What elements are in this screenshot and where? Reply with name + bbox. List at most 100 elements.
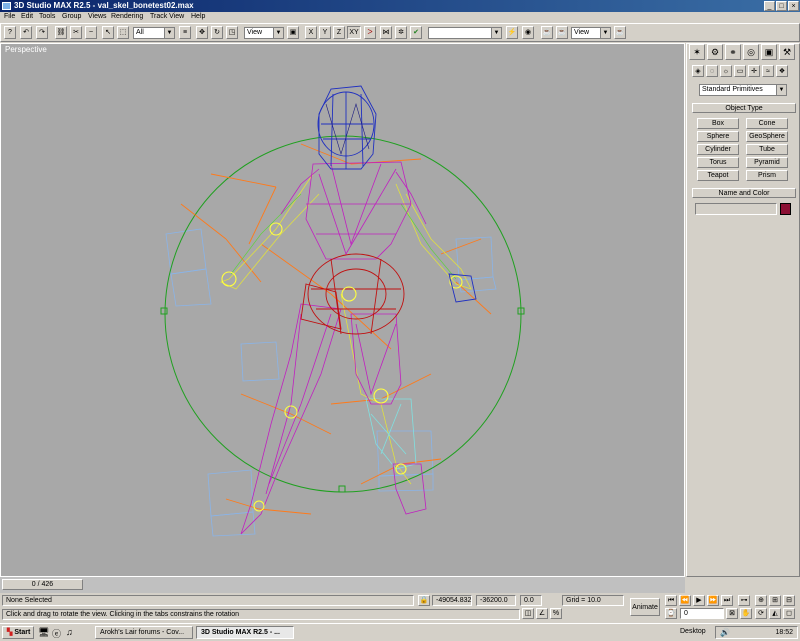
select-by-name-icon[interactable]: ≡ <box>179 26 191 39</box>
track-view-icon[interactable]: ⚡ <box>506 26 518 39</box>
bind-spacewarp-icon[interactable]: ~ <box>85 26 97 39</box>
mirror-icon[interactable]: ⋈ <box>380 26 392 39</box>
object-color-swatch[interactable] <box>780 203 791 215</box>
pyramid-button[interactable]: Pyramid <box>746 157 788 168</box>
create-tab-icon[interactable]: ✶ <box>689 44 705 60</box>
key-mode-icon[interactable]: ⊶ <box>738 595 750 606</box>
axis-xy-button[interactable]: XY <box>347 26 361 39</box>
material-editor-icon[interactable]: ◉ <box>522 26 534 39</box>
menu-tools[interactable]: Tools <box>39 13 55 20</box>
zoom-all-icon[interactable]: ⊞ <box>769 595 781 606</box>
current-frame-input[interactable]: 0 <box>680 608 724 619</box>
render-last-icon[interactable]: ☕ <box>614 26 626 39</box>
media-icon[interactable]: ♫ <box>66 627 73 637</box>
move-icon[interactable]: ✥ <box>196 26 208 39</box>
geosphere-button[interactable]: GeoSphere <box>746 131 788 142</box>
axis-x-button[interactable]: X <box>305 26 317 39</box>
helpers-icon[interactable]: ✛ <box>748 65 760 77</box>
axis-z-button[interactable]: Z <box>333 26 345 39</box>
axis-y-button[interactable]: Y <box>319 26 331 39</box>
object-type-rollout-header[interactable]: Object Type <box>692 103 796 113</box>
maximize-button[interactable]: □ <box>776 1 787 11</box>
category-dropdown[interactable]: Standard Primitives ▼ <box>699 84 787 96</box>
goto-end-icon[interactable]: ⏭ <box>721 595 733 606</box>
inverse-kinematics-icon[interactable]: ᐳ <box>364 26 376 39</box>
cameras-icon[interactable]: ▭ <box>734 65 746 77</box>
named-selection-dropdown[interactable]: ▼ <box>428 27 502 39</box>
spacewarps-icon[interactable]: ≈ <box>762 65 774 77</box>
selection-filter-dropdown[interactable]: All ▼ <box>133 27 175 39</box>
play-icon[interactable]: ▶ <box>693 595 705 606</box>
zoom-extents-icon[interactable]: ⊟ <box>783 595 795 606</box>
arc-rotate-icon[interactable]: ⟳ <box>755 608 767 619</box>
field-of-view-icon[interactable]: ◭ <box>769 608 781 619</box>
render-scene-icon[interactable]: ☕ <box>541 26 553 39</box>
help-icon[interactable]: ? <box>4 26 16 39</box>
task-3dsmax[interactable]: 3D Studio MAX R2.5 - ... <box>196 626 294 639</box>
menu-help[interactable]: Help <box>191 13 205 20</box>
pan-icon[interactable]: ✋ <box>740 608 752 619</box>
lights-icon[interactable]: ☼ <box>720 65 732 77</box>
pivot-icon[interactable]: ▣ <box>287 26 299 39</box>
snap-icon[interactable]: ◫ <box>522 608 534 619</box>
object-name-input[interactable] <box>695 203 777 215</box>
menu-edit[interactable]: Edit <box>21 13 33 20</box>
region-select-icon[interactable]: ⬚ <box>117 26 129 39</box>
start-button[interactable]: ▚ Start <box>2 626 34 639</box>
scale-icon[interactable]: ◳ <box>226 26 238 39</box>
redo-icon[interactable]: ↷ <box>36 26 48 39</box>
percent-snap-icon[interactable]: % <box>550 608 562 619</box>
goto-start-icon[interactable]: ⏮ <box>665 595 677 606</box>
next-frame-icon[interactable]: ⏩ <box>707 595 719 606</box>
title-bar[interactable]: 3D Studio MAX R2.5 - val_skel_bonetest02… <box>0 0 800 12</box>
rotate-icon[interactable]: ↻ <box>211 26 223 39</box>
previous-frame-icon[interactable]: ⏪ <box>679 595 691 606</box>
browser-icon[interactable]: ⓔ <box>52 627 61 640</box>
systems-icon[interactable]: ❖ <box>776 65 788 77</box>
display-tab-icon[interactable]: ▣ <box>761 44 777 60</box>
tube-button[interactable]: Tube <box>746 144 788 155</box>
perspective-viewport[interactable]: Perspective <box>0 43 685 577</box>
desktop-toolbar-label[interactable]: Desktop <box>680 628 706 635</box>
modify-tab-icon[interactable]: ⚙ <box>707 44 723 60</box>
region-zoom-icon[interactable]: ⊠ <box>726 608 738 619</box>
hierarchy-tab-icon[interactable]: ⚭ <box>725 44 741 60</box>
box-button[interactable]: Box <box>697 118 739 129</box>
array-icon[interactable]: ✲ <box>395 26 407 39</box>
torus-button[interactable]: Torus <box>697 157 739 168</box>
minimize-button[interactable]: _ <box>764 1 775 11</box>
menu-file[interactable]: File <box>4 13 15 20</box>
lock-selection-icon[interactable]: 🔒 <box>418 595 430 606</box>
task-forum[interactable]: Arokh's Lair forums - Cov... <box>95 626 193 639</box>
close-button[interactable]: × <box>788 1 799 11</box>
teapot-button[interactable]: Teapot <box>697 170 739 181</box>
min-max-toggle-icon[interactable]: ◻ <box>783 608 795 619</box>
select-object-icon[interactable]: ↖ <box>102 26 114 39</box>
cylinder-button[interactable]: Cylinder <box>697 144 739 155</box>
align-icon[interactable]: ✔ <box>410 26 422 39</box>
time-slider[interactable]: 0 / 426 <box>2 579 83 590</box>
reference-coordinate-dropdown[interactable]: View ▼ <box>244 27 284 39</box>
menu-rendering[interactable]: Rendering <box>111 13 143 20</box>
quick-render-icon[interactable]: ☕ <box>556 26 568 39</box>
name-color-rollout-header[interactable]: Name and Color <box>692 188 796 198</box>
prism-button[interactable]: Prism <box>746 170 788 181</box>
angle-snap-icon[interactable]: ∠ <box>536 608 548 619</box>
render-view-dropdown[interactable]: View ▼ <box>571 27 611 39</box>
menu-track-view[interactable]: Track View <box>150 13 184 20</box>
sphere-button[interactable]: Sphere <box>697 131 739 142</box>
utilities-tab-icon[interactable]: ⚒ <box>779 44 795 60</box>
cone-button[interactable]: Cone <box>746 118 788 129</box>
shapes-icon[interactable]: ◌ <box>706 65 718 77</box>
desktop-icon[interactable]: 🖥 <box>38 627 49 638</box>
volume-icon[interactable]: 🔊 <box>720 628 730 637</box>
zoom-icon[interactable]: ⊕ <box>755 595 767 606</box>
menu-group[interactable]: Group <box>62 13 81 20</box>
time-config-icon[interactable]: ⌚ <box>665 608 677 619</box>
unlink-icon[interactable]: ✂ <box>70 26 82 39</box>
geometry-icon[interactable]: ◈ <box>692 65 704 77</box>
motion-tab-icon[interactable]: ◎ <box>743 44 759 60</box>
animate-button[interactable]: Animate <box>630 598 660 616</box>
menu-views[interactable]: Views <box>88 13 107 20</box>
undo-icon[interactable]: ↶ <box>20 26 32 39</box>
